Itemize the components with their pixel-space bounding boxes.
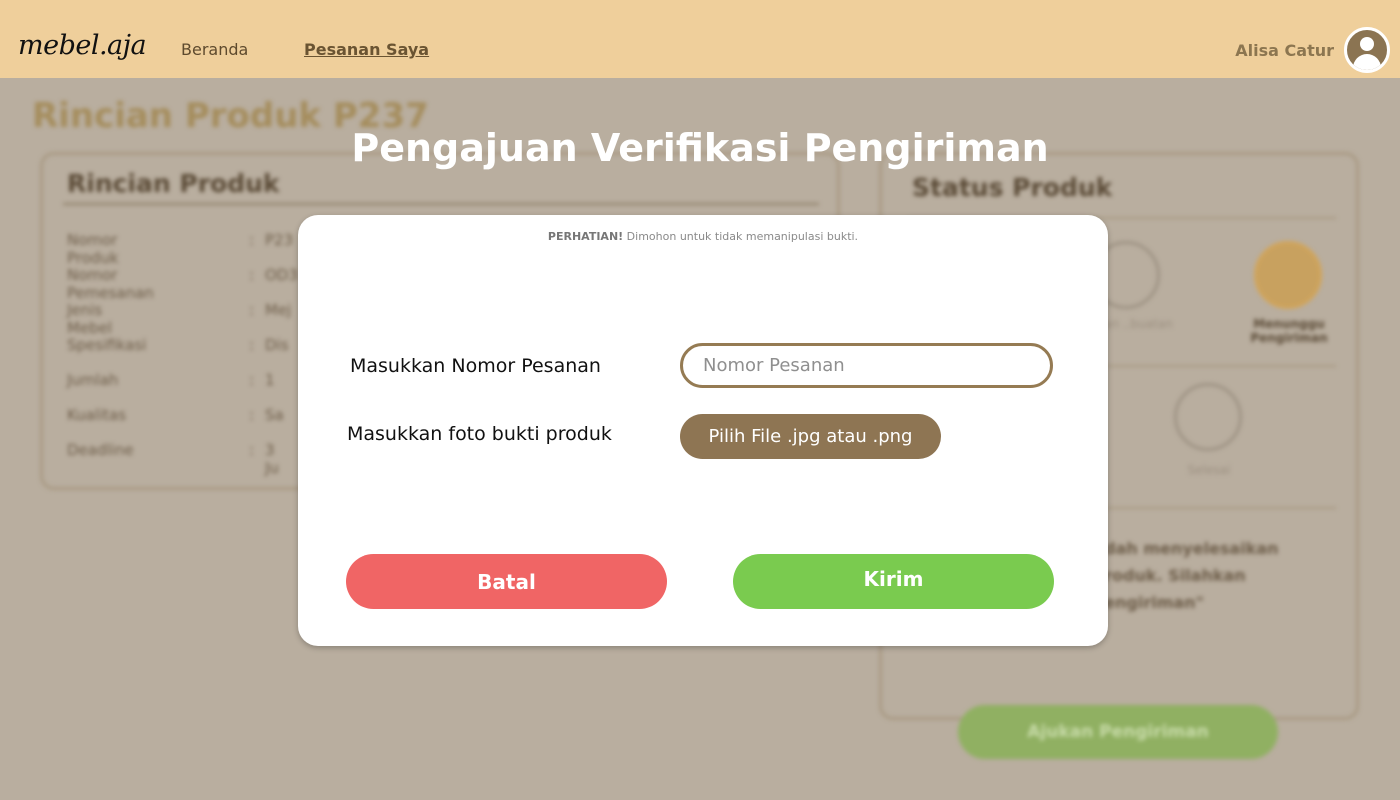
detail-colon: : (249, 406, 255, 424)
detail-colon: : (249, 231, 255, 249)
nav-home-link[interactable]: Beranda (181, 40, 248, 59)
modal-title: Pengajuan Verifikasi Pengiriman (351, 126, 1049, 170)
detail-value: Sa (265, 406, 284, 424)
done-icon (1174, 383, 1242, 451)
status-message: ..dah menyelesaikan ..roduk. Silahkan ..… (1092, 539, 1279, 612)
logo[interactable]: mebel.aja (18, 30, 147, 61)
detail-value: P23 (265, 231, 294, 249)
status-card-title: Status Produk (912, 173, 1113, 202)
user-avatar-icon[interactable] (1344, 27, 1390, 73)
status-step-label: Selesai (1187, 463, 1231, 477)
detail-colon: : (249, 336, 255, 354)
detail-key: Jumlah (67, 371, 119, 389)
detail-value: 1 (265, 371, 275, 389)
nav-orders-link[interactable]: Pesanan Saya (304, 40, 429, 59)
detail-colon: : (249, 301, 255, 319)
notice-message: Dimohon untuk tidak memanipulasi bukti. (626, 230, 859, 243)
detail-key: Kualitas (67, 406, 127, 424)
status-step-label: Menunggu Pengiriman (1250, 317, 1328, 345)
detail-key: Spesifikasi (67, 336, 147, 354)
order-number-label: Masukkan Nomor Pesanan (350, 355, 601, 377)
cancel-button[interactable]: Batal (346, 554, 667, 609)
detail-value: OD3 (265, 266, 298, 284)
package-icon (1254, 241, 1322, 309)
shipping-verification-modal: PERHATIAN! Dimohon untuk tidak memanipul… (298, 215, 1108, 646)
detail-key: Nomor Produk (67, 231, 119, 267)
divider (63, 203, 819, 205)
detail-key: Deadline (67, 441, 134, 459)
detail-card-title: Rincian Produk (67, 169, 280, 198)
request-shipping-button: Ajukan Pengiriman (958, 705, 1278, 759)
choose-file-button[interactable]: Pilih File .jpg atau .png (680, 414, 941, 459)
submit-button[interactable]: Kirim (733, 554, 1054, 609)
detail-value: Dis (265, 336, 289, 354)
detail-value: Mej (265, 301, 292, 319)
photo-proof-label: Masukkan foto bukti produk (347, 423, 612, 445)
avatar-body (1353, 54, 1381, 70)
detail-colon: : (249, 266, 255, 284)
order-number-input[interactable] (680, 343, 1053, 388)
detail-key: Nomor Pemesanan (67, 266, 154, 302)
notice-label: PERHATIAN! (547, 230, 624, 243)
top-navbar: mebel.aja Beranda Pesanan Saya Alisa Cat… (0, 0, 1400, 78)
user-name: Alisa Catur (1235, 41, 1334, 60)
detail-value: 3 Ju (265, 441, 279, 477)
avatar-head (1360, 37, 1374, 51)
detail-colon: : (249, 371, 255, 389)
notice-text: PERHATIAN! Dimohon untuk tidak memanipul… (298, 230, 1108, 243)
detail-colon: : (249, 441, 255, 459)
detail-key: Jenis Mebel (67, 301, 113, 337)
